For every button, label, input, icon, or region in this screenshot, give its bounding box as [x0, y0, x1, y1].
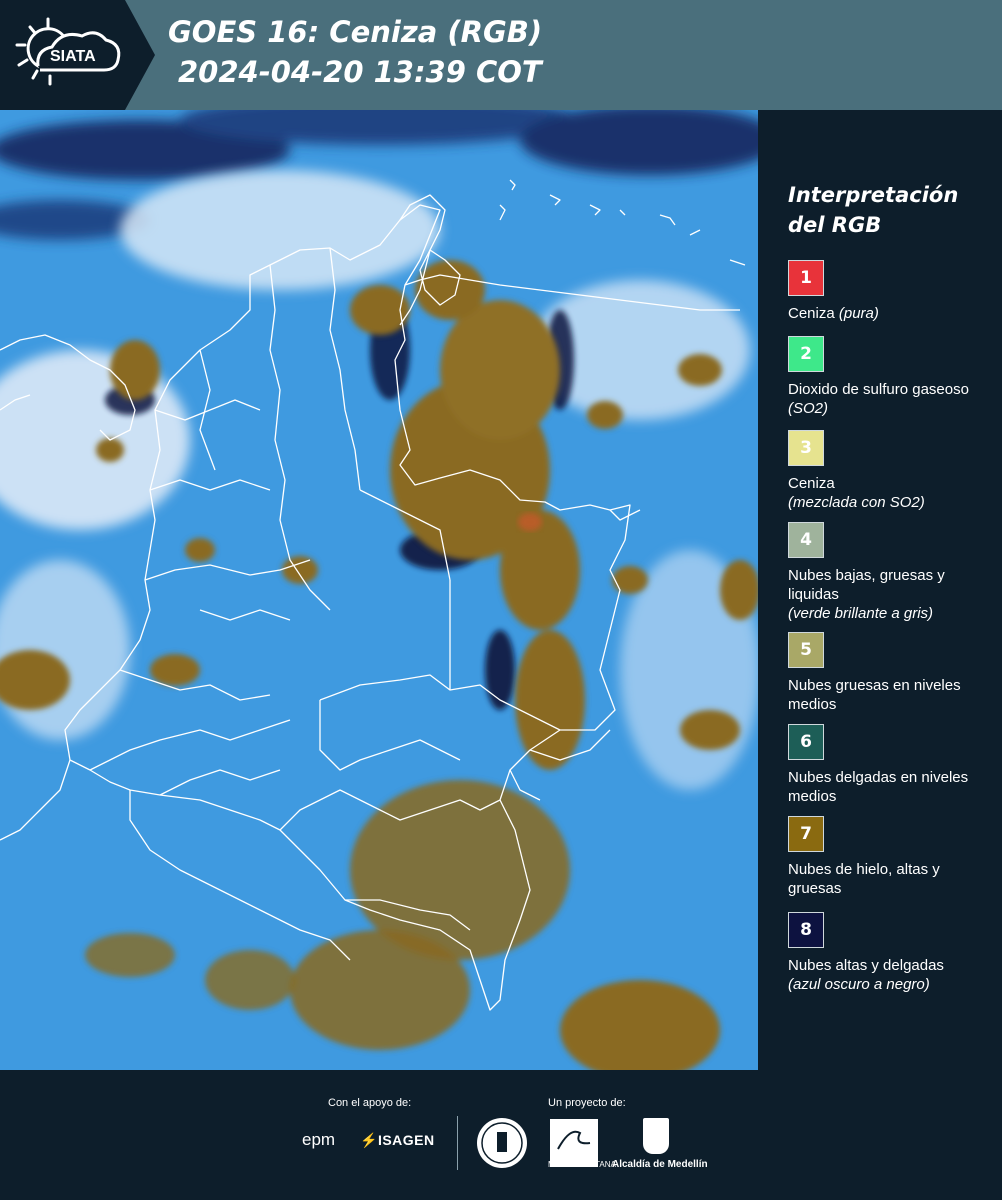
legend-label-1: Ceniza (pura)	[788, 305, 879, 322]
legend-panel: Interpretación del RGB 1 Ceniza (pura) 2…	[760, 110, 1002, 1070]
medellin-shield-icon	[643, 1118, 669, 1154]
legend-label-3: Ceniza (mezclada con SO2)	[788, 475, 925, 511]
legend-item-8: 8 Nubes altas y delgadas (azul oscuro a n…	[788, 912, 993, 994]
footer-divider	[457, 1116, 458, 1170]
legend-title: Interpretación del RGB	[788, 183, 959, 237]
alcaldia-medellin-label: Alcaldía de Medellín	[612, 1159, 708, 1170]
title-timestamp: 2024-04-20 13:39 COT	[178, 55, 542, 89]
legend-label-8: Nubes altas y delgadas (azul oscuro a neg…	[788, 957, 944, 993]
project-label: Un proyecto de:	[548, 1097, 626, 1109]
legend-item-6: 6 Nubes delgadas en niveles medios	[788, 724, 993, 806]
legend-item-3: 3 Ceniza (mezclada con SO2)	[788, 430, 993, 512]
legend-swatch-5: 5	[788, 632, 824, 668]
isagen-logo: ⚡ISAGEN	[360, 1132, 435, 1148]
legend-label-7: Nubes de hielo, altas y gruesas	[788, 861, 940, 897]
legend-label-2: Dioxido de sulfuro gaseoso (SO2)	[788, 381, 969, 417]
legend-item-5: 5 Nubes gruesas en niveles medios	[788, 632, 993, 714]
header: SIATA GOES 16: Ceniza (RGB) 2024-04-20 1…	[0, 0, 1002, 110]
siata-logo-text: SIATA	[50, 48, 96, 65]
legend-swatch-7: 7	[788, 816, 824, 852]
legend-swatch-2: 2	[788, 336, 824, 372]
legend-item-2: 2 Dioxido de sulfuro gaseoso (SO2)	[788, 336, 993, 418]
footer: Con el apoyo de: Un proyecto de: epm ⚡IS…	[0, 1070, 1002, 1200]
legend-swatch-1: 1	[788, 260, 824, 296]
satellite-map[interactable]	[0, 110, 758, 1070]
page-title: GOES 16: Ceniza (RGB) 2024-04-20 13:39 C…	[168, 12, 542, 92]
legend-swatch-4: 4	[788, 522, 824, 558]
title-product: GOES 16: Ceniza (RGB)	[168, 15, 543, 49]
legend-label-5: Nubes gruesas en niveles medios	[788, 677, 961, 713]
legend-label-4: Nubes bajas, gruesas y liquidas (verde br…	[788, 567, 945, 622]
legend-swatch-3: 3	[788, 430, 824, 466]
support-label: Con el apoyo de:	[328, 1097, 412, 1109]
university-seal-icon	[477, 1118, 527, 1168]
legend-item-4: 4 Nubes bajas, gruesas y liquidas (verde …	[788, 522, 993, 623]
legend-label-6: Nubes delgadas en niveles medios	[788, 769, 969, 805]
epm-logo: epm	[302, 1130, 336, 1149]
legend-swatch-8: 8	[788, 912, 824, 948]
isagen-icon: ⚡	[360, 1132, 378, 1148]
siata-logo: SIATA	[0, 0, 155, 110]
legend-item-1: 1 Ceniza (pura)	[788, 260, 993, 323]
area-metropolitana-text: METROPOLITANA	[548, 1160, 616, 1169]
legend-swatch-6: 6	[788, 724, 824, 760]
legend-item-7: 7 Nubes de hielo, altas y gruesas	[788, 816, 993, 898]
